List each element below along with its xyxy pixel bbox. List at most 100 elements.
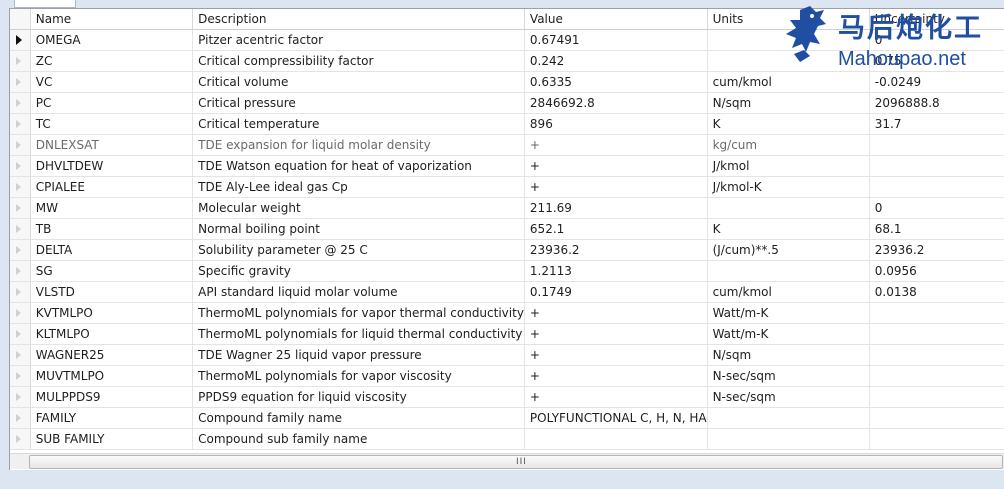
table-row[interactable]: MUVTMLPO ThermoML polynomials for vapor v… xyxy=(10,365,1004,387)
cell-value[interactable]: 1.2113 xyxy=(524,260,708,282)
cell-uncertainty[interactable] xyxy=(869,428,1004,450)
cell-uncertainty[interactable] xyxy=(869,176,1004,198)
table-row[interactable]: FAMILY Compound family name POLYFUNCTIONAL… xyxy=(10,407,1004,429)
cell-value[interactable]: 0.242 xyxy=(524,50,708,72)
row-selector[interactable] xyxy=(10,386,31,408)
cell-units[interactable]: kg/cum xyxy=(707,134,870,156)
table-row[interactable]: MW Molecular weight 211.69 0 xyxy=(10,197,1004,219)
cell-units[interactable]: N-sec/sqm xyxy=(707,386,870,408)
cell-units[interactable] xyxy=(707,428,870,450)
cell-units[interactable]: cum/kmol xyxy=(707,71,870,93)
cell-uncertainty[interactable] xyxy=(869,407,1004,429)
cell-uncertainty[interactable]: 0.0956 xyxy=(869,260,1004,282)
row-selector[interactable] xyxy=(10,134,31,156)
cell-uncertainty[interactable]: 31.7 xyxy=(869,113,1004,135)
cell-description[interactable]: Specific gravity xyxy=(192,260,525,282)
cell-units[interactable]: K xyxy=(707,218,870,240)
cell-value[interactable]: POLYFUNCTIONAL C, H, N, HA xyxy=(524,407,708,429)
table-row[interactable]: TB Normal boiling point 652.1 K 68.1 xyxy=(10,218,1004,240)
cell-uncertainty[interactable]: -0.0249 xyxy=(869,71,1004,93)
cell-name[interactable]: VC xyxy=(30,71,194,93)
cell-value[interactable]: 2846692.8 xyxy=(524,92,708,114)
cell-name[interactable]: TC xyxy=(30,113,194,135)
cell-uncertainty[interactable] xyxy=(869,134,1004,156)
cell-name[interactable]: MW xyxy=(30,197,194,219)
table-row[interactable]: PC Critical pressure 2846692.8 N/sqm 2096888… xyxy=(10,92,1004,114)
cell-description[interactable]: TDE Wagner 25 liquid vapor pressure xyxy=(192,344,525,366)
cell-value[interactable]: + xyxy=(524,323,708,345)
table-row[interactable]: TC Critical temperature 896 K 31.7 xyxy=(10,113,1004,135)
cell-uncertainty[interactable] xyxy=(869,323,1004,345)
cell-value[interactable]: + xyxy=(524,176,708,198)
cell-units[interactable]: N-sec/sqm xyxy=(707,365,870,387)
table-row[interactable]: CPIALEE TDE Aly-Lee ideal gas Cp + J/kmol-K xyxy=(10,176,1004,198)
table-row[interactable]: WAGNER25 TDE Wagner 25 liquid vapor press… xyxy=(10,344,1004,366)
cell-uncertainty[interactable] xyxy=(869,386,1004,408)
cell-units[interactable]: N/sqm xyxy=(707,344,870,366)
row-selector[interactable] xyxy=(10,113,31,135)
table-row[interactable]: DELTA Solubility parameter @ 25 C 23936.2(… xyxy=(10,239,1004,261)
cell-value[interactable]: 0.1749 xyxy=(524,281,708,303)
tab-stub[interactable] xyxy=(14,0,76,8)
cell-name[interactable]: VLSTD xyxy=(30,281,194,303)
table-row[interactable]: VC Critical volume 0.6335 cum/kmol -0.0249 xyxy=(10,71,1004,93)
cell-uncertainty[interactable] xyxy=(869,302,1004,324)
cell-uncertainty[interactable]: 0.0138 xyxy=(869,281,1004,303)
cell-description[interactable]: API standard liquid molar volume xyxy=(192,281,525,303)
row-selector[interactable] xyxy=(10,29,31,51)
table-row[interactable]: VLSTD API standard liquid molar volume 0.1… xyxy=(10,281,1004,303)
row-selector[interactable] xyxy=(10,281,31,303)
cell-value[interactable]: 23936.2 xyxy=(524,239,708,261)
cell-name[interactable]: DNLEXSAT xyxy=(30,134,194,156)
cell-description[interactable]: ThermoML polynomials for liquid thermal … xyxy=(192,323,525,345)
cell-value[interactable]: + xyxy=(524,134,708,156)
cell-uncertainty[interactable]: 68.1 xyxy=(869,218,1004,240)
scrollbar-thumb[interactable]: III xyxy=(29,455,1003,469)
cell-description[interactable]: TDE Watson equation for heat of vaporiza… xyxy=(192,155,525,177)
row-selector[interactable] xyxy=(10,239,31,261)
cell-value[interactable]: + xyxy=(524,344,708,366)
cell-units[interactable] xyxy=(707,260,870,282)
cell-units[interactable]: J/kmol-K xyxy=(707,176,870,198)
cell-description[interactable]: Normal boiling point xyxy=(192,218,525,240)
cell-units[interactable]: Watt/m-K xyxy=(707,323,870,345)
cell-value[interactable]: + xyxy=(524,365,708,387)
cell-uncertainty[interactable]: 0 xyxy=(869,197,1004,219)
row-selector[interactable] xyxy=(10,302,31,324)
cell-description[interactable]: Pitzer acentric factor xyxy=(192,29,525,51)
row-selector[interactable] xyxy=(10,197,31,219)
row-selector[interactable] xyxy=(10,155,31,177)
column-header-value[interactable]: Value xyxy=(524,9,708,30)
cell-uncertainty[interactable] xyxy=(869,365,1004,387)
row-selector[interactable] xyxy=(10,365,31,387)
row-selector[interactable] xyxy=(10,50,31,72)
row-selector[interactable] xyxy=(10,407,31,429)
cell-name[interactable]: KVTMLPO xyxy=(30,302,194,324)
cell-uncertainty[interactable]: 23936.2 xyxy=(869,239,1004,261)
cell-uncertainty[interactable] xyxy=(869,155,1004,177)
column-header-description[interactable]: Description xyxy=(192,9,525,30)
table-row[interactable]: DNLEXSAT TDE expansion for liquid molar d… xyxy=(10,134,1004,156)
cell-name[interactable]: KLTMLPO xyxy=(30,323,194,345)
cell-name[interactable]: OMEGA xyxy=(30,29,194,51)
cell-description[interactable]: Molecular weight xyxy=(192,197,525,219)
cell-name[interactable]: CPIALEE xyxy=(30,176,194,198)
cell-units[interactable]: (J/cum)**.5 xyxy=(707,239,870,261)
cell-name[interactable]: FAMILY xyxy=(30,407,194,429)
table-row[interactable]: SUB FAMILY Compound sub family name xyxy=(10,428,1004,450)
cell-description[interactable]: TDE expansion for liquid molar density xyxy=(192,134,525,156)
cell-name[interactable]: PC xyxy=(30,92,194,114)
row-selector[interactable] xyxy=(10,92,31,114)
cell-description[interactable]: PPDS9 equation for liquid viscosity xyxy=(192,386,525,408)
column-header-name[interactable]: Name xyxy=(30,9,194,30)
cell-description[interactable]: Compound family name xyxy=(192,407,525,429)
row-selector[interactable] xyxy=(10,176,31,198)
cell-value[interactable]: 0.6335 xyxy=(524,71,708,93)
row-selector[interactable] xyxy=(10,71,31,93)
row-selector[interactable] xyxy=(10,218,31,240)
cell-value[interactable]: + xyxy=(524,155,708,177)
cell-name[interactable]: DHVLTDEW xyxy=(30,155,194,177)
cell-description[interactable]: Critical compressibility factor xyxy=(192,50,525,72)
cell-name[interactable]: WAGNER25 xyxy=(30,344,194,366)
cell-description[interactable]: Solubility parameter @ 25 C xyxy=(192,239,525,261)
